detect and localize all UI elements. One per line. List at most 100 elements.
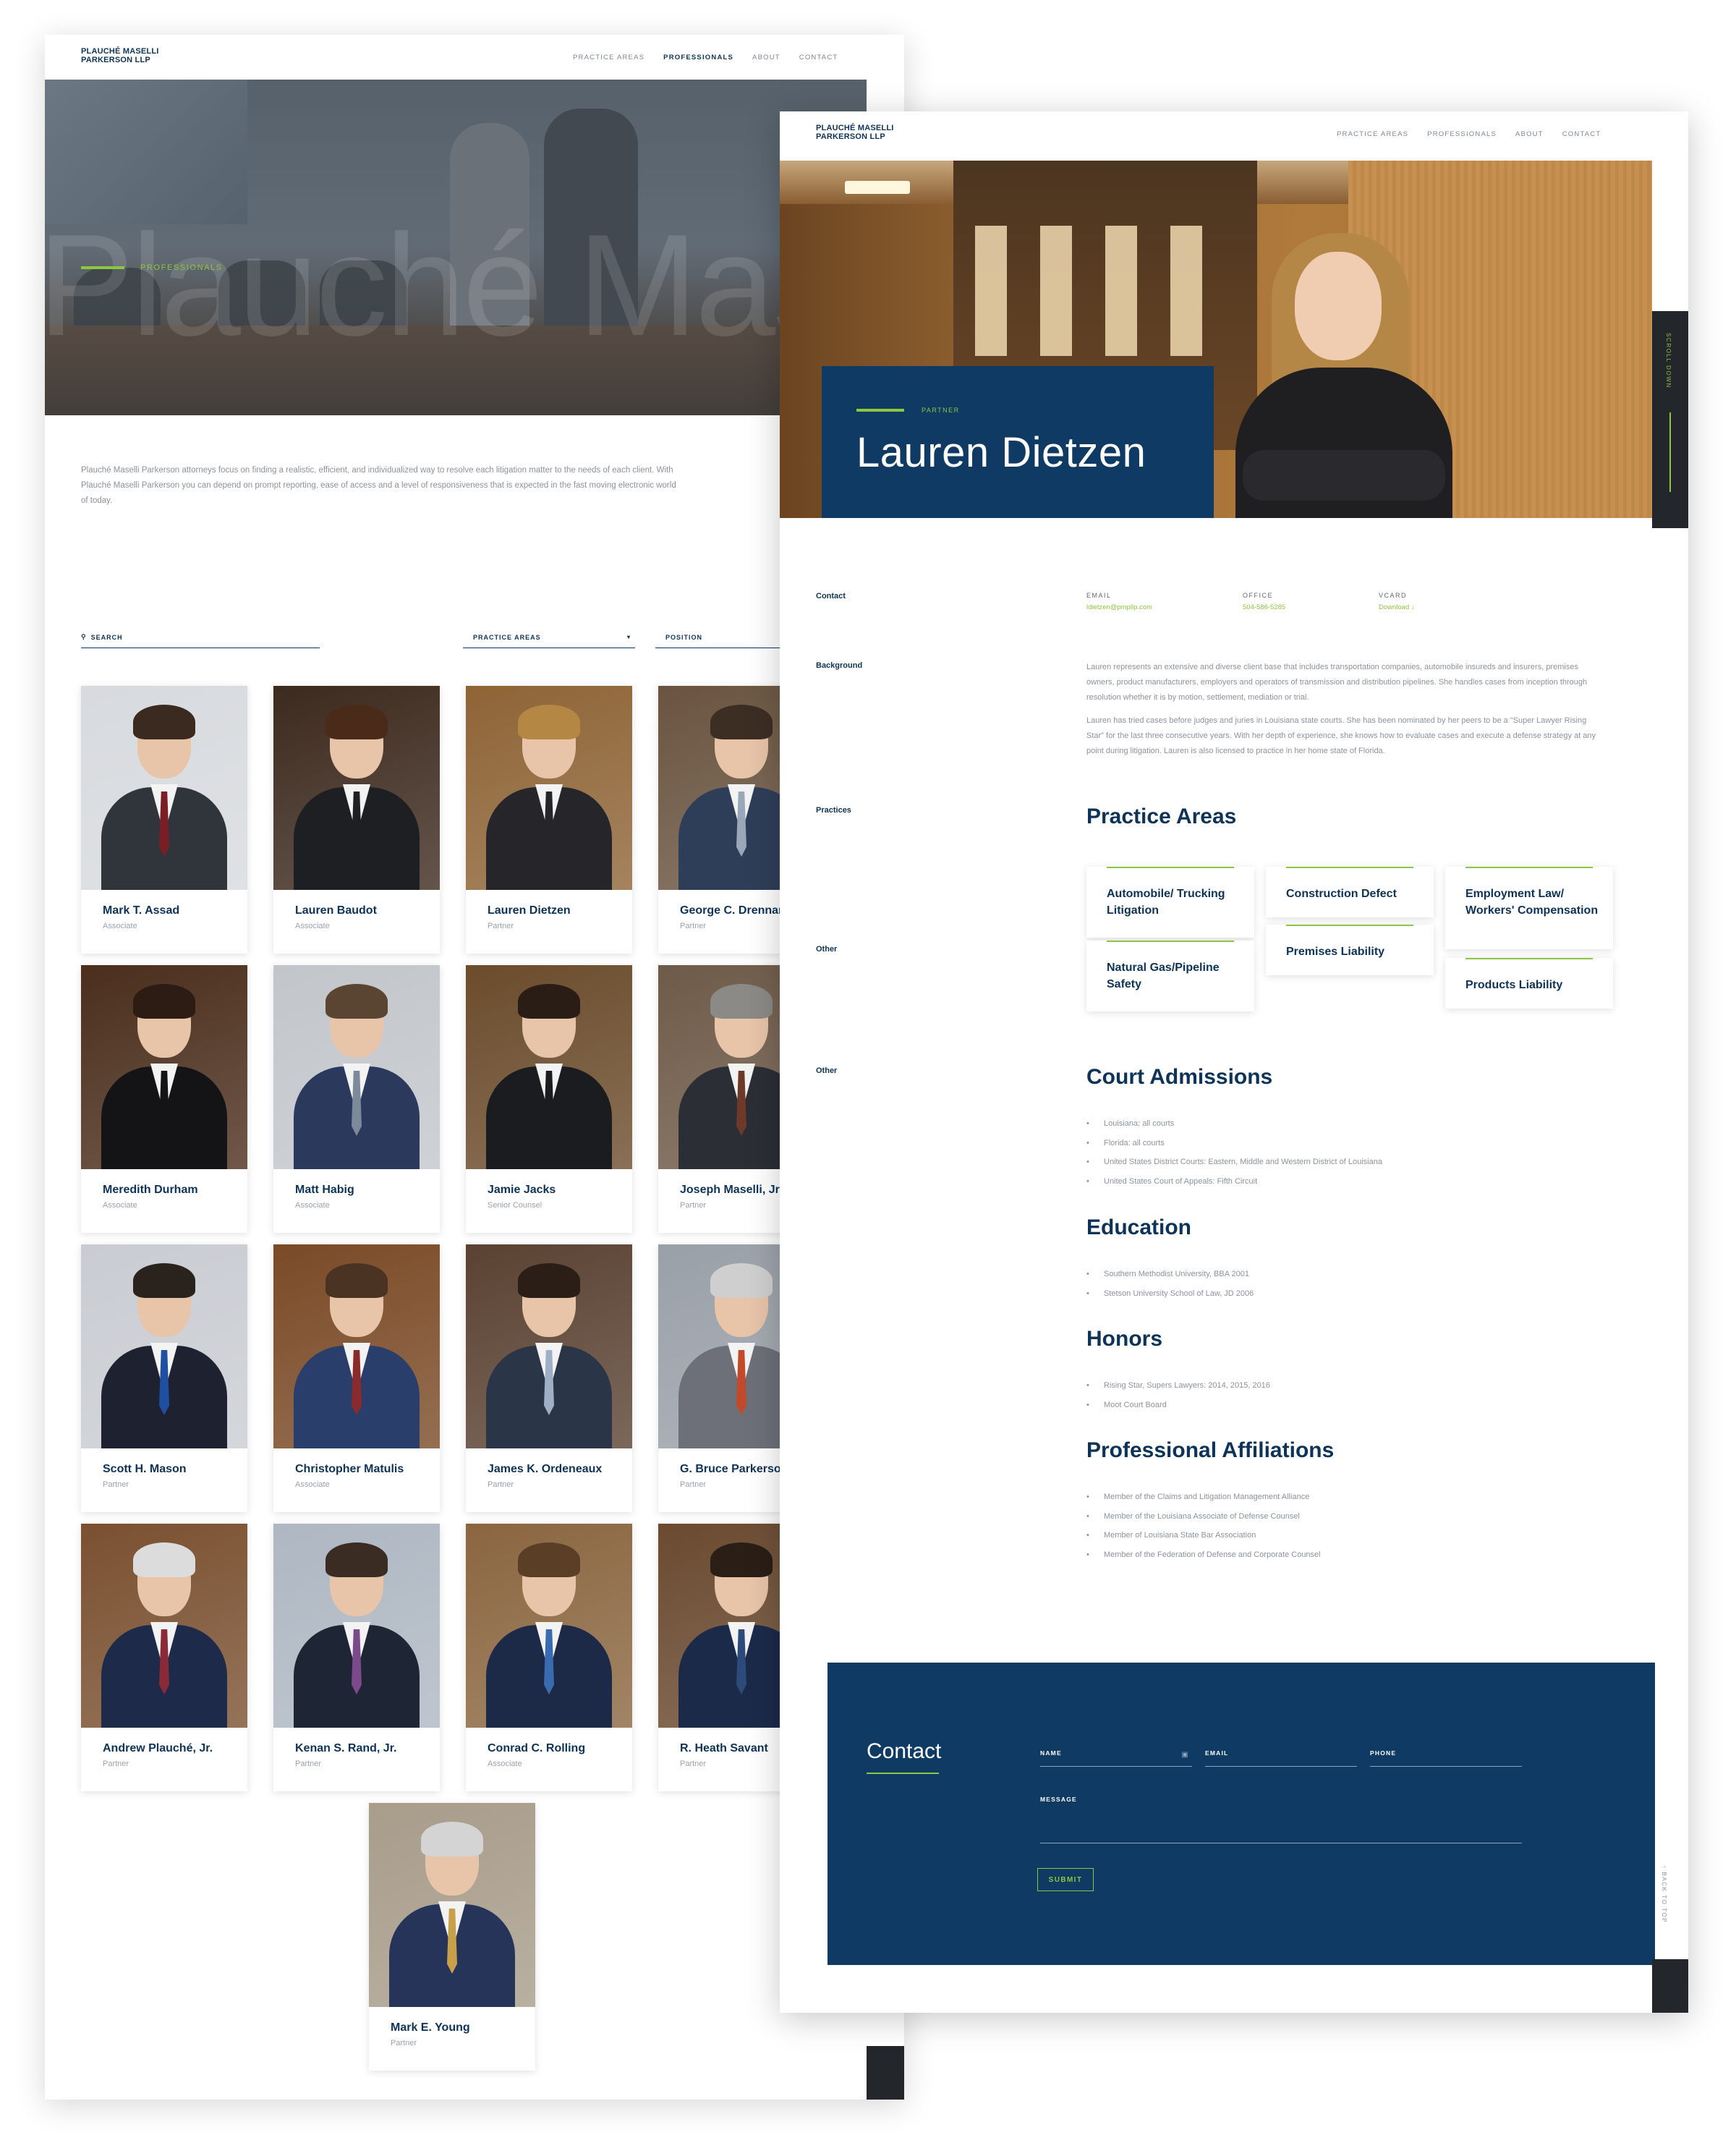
firm-logo[interactable]: PLAUCHÉ MASELLI PARKERSON LLP	[816, 124, 894, 141]
email-field[interactable]: EMAIL	[1205, 1749, 1357, 1767]
practice-area-card[interactable]: Construction Defect	[1266, 867, 1434, 917]
education-list: Southern Methodist University, BBA 2001 …	[1086, 1265, 1254, 1303]
professional-name: Kenan S. Rand, Jr.	[295, 1742, 397, 1754]
contact-title-rule	[867, 1773, 939, 1774]
professional-card[interactable]: Mark T. Assad Associate	[81, 686, 247, 954]
list-item: Member of Louisiana State Bar Associatio…	[1086, 1526, 1321, 1545]
professional-photo	[273, 1524, 440, 1728]
professional-card[interactable]: Christopher Matulis Associate	[273, 1244, 440, 1512]
logo-line-2: PARKERSON LLP	[816, 132, 885, 141]
professional-card[interactable]: Matt Habig Associate	[273, 965, 440, 1233]
card-accent	[1465, 867, 1593, 868]
professional-card[interactable]: Mark E. Young Partner	[369, 1803, 535, 2071]
vcard-download-link[interactable]: Download ↓	[1379, 603, 1415, 611]
professional-photo	[273, 965, 440, 1169]
profile-name-box: PARTNER Lauren Dietzen	[822, 366, 1214, 518]
professional-card[interactable]: Lauren Baudot Associate	[273, 686, 440, 954]
professional-card[interactable]: Jamie Jacks Senior Counsel	[466, 965, 632, 1233]
photo-hair	[710, 705, 773, 739]
section-label-practices: Practices	[816, 806, 851, 815]
professional-photo	[81, 686, 247, 890]
professional-card[interactable]: James K. Ordeneaux Partner	[466, 1244, 632, 1512]
email-field-label: EMAIL	[1205, 1749, 1229, 1757]
photo-hair	[518, 1542, 580, 1577]
logo-line-1: PLAUCHÉ MASELLI	[81, 47, 159, 56]
background-paragraph: Lauren represents an extensive and diver…	[1086, 663, 1588, 702]
card-accent	[1286, 867, 1413, 868]
nav-practice-areas[interactable]: PRACTICE AREAS	[573, 54, 644, 61]
photo-hair	[133, 1263, 195, 1298]
practice-area-card[interactable]: Natural Gas/Pipeline Safety	[1086, 941, 1254, 1011]
list-item: Southern Methodist University, BBA 2001	[1086, 1265, 1254, 1284]
card-accent	[1107, 941, 1234, 942]
professional-name: Lauren Dietzen	[488, 904, 571, 917]
professional-role: Partner	[680, 1201, 707, 1210]
portrait-arms	[1243, 450, 1445, 501]
practice-area-label: Construction Defect	[1286, 888, 1397, 900]
door-glass	[1105, 226, 1137, 356]
profile-bottom-strip	[1652, 1959, 1688, 2013]
professional-role: Associate	[488, 1760, 522, 1768]
photo-hair	[133, 1542, 195, 1577]
list-item: Member of the Claims and Litigation Mana…	[1086, 1487, 1321, 1507]
chevron-down-icon: ▾	[626, 634, 631, 640]
nav-contact[interactable]: CONTACT	[799, 54, 838, 61]
practice-area-card[interactable]: Automobile/ Trucking Litigation	[1086, 867, 1254, 938]
nav-professionals[interactable]: PROFESSIONALS	[663, 54, 733, 61]
professional-role: Partner	[488, 1480, 514, 1489]
nav-about[interactable]: ABOUT	[1515, 130, 1544, 138]
submit-button[interactable]: SUBMIT	[1037, 1868, 1094, 1891]
professional-name: Christopher Matulis	[295, 1463, 404, 1475]
contact-form-title: Contact	[867, 1739, 942, 1763]
list-item: Rising Star, Supers Lawyers: 2014, 2015,…	[1086, 1376, 1270, 1396]
name-field[interactable]: NAME ▣	[1040, 1749, 1192, 1767]
professional-card[interactable]: Kenan S. Rand, Jr. Partner	[273, 1524, 440, 1791]
message-field[interactable]: MESSAGE	[1040, 1796, 1522, 1843]
practice-area-card[interactable]: Products Liability	[1445, 958, 1613, 1009]
phone-field[interactable]: PHONE	[1370, 1749, 1522, 1767]
practice-area-card[interactable]: Premises Liability	[1266, 925, 1434, 975]
professional-photo	[466, 965, 632, 1169]
back-to-top-label: BACK TO TOP	[1661, 1872, 1667, 1924]
professional-card[interactable]: Lauren Dietzen Partner	[466, 686, 632, 954]
practice-areas-label: PRACTICE AREAS	[473, 633, 541, 641]
list-item: Stetson University School of Law, JD 200…	[1086, 1284, 1254, 1304]
list-item: Member of the Louisiana Associate of Def…	[1086, 1507, 1321, 1527]
practice-area-label: Premises Liability	[1286, 946, 1385, 958]
professional-card[interactable]: Meredith Durham Associate	[81, 965, 247, 1233]
nav-professionals[interactable]: PROFESSIONALS	[1427, 130, 1497, 138]
firm-logo[interactable]: PLAUCHÉ MASELLI PARKERSON LLP	[81, 47, 159, 64]
vcard-label: VCARD	[1379, 592, 1408, 599]
search-input[interactable]: ⚲ SEARCH	[81, 627, 320, 648]
photo-hair	[710, 1263, 773, 1298]
back-to-top-link[interactable]: ↑ BACK TO TOP	[1661, 1865, 1667, 1923]
scroll-down-indicator[interactable]: SCROLL DOWN	[1652, 311, 1688, 528]
ceiling-light	[845, 181, 910, 194]
door-glass	[975, 226, 1007, 356]
office-label: OFFICE	[1243, 592, 1273, 599]
professional-card[interactable]: Scott H. Mason Partner	[81, 1244, 247, 1512]
professional-name: Scott H. Mason	[103, 1463, 187, 1475]
email-link[interactable]: ldietzen@pmpllp.com	[1086, 603, 1152, 611]
hero-eyebrow: PROFESSIONALS	[81, 263, 223, 272]
nav-practice-areas[interactable]: PRACTICE AREAS	[1337, 130, 1408, 138]
office-phone-link[interactable]: 504-586-5285	[1243, 603, 1285, 611]
card-accent	[1465, 958, 1593, 959]
eyebrow-rule	[81, 266, 124, 269]
nav-about[interactable]: ABOUT	[752, 54, 780, 61]
nav-contact[interactable]: CONTACT	[1562, 130, 1601, 138]
list-item: Florida: all courts	[1086, 1134, 1382, 1153]
professional-card[interactable]: Andrew Plauché, Jr. Partner	[81, 1524, 247, 1791]
professional-role: Partner	[391, 2039, 417, 2047]
professional-name: Matt Habig	[295, 1184, 354, 1196]
hero-watermark: Plauché Maselli	[45, 205, 867, 366]
practice-area-label: Employment Law/ Workers' Compensation	[1465, 888, 1599, 917]
professional-card[interactable]: Conrad C. Rolling Associate	[466, 1524, 632, 1791]
practice-area-card[interactable]: Employment Law/ Workers' Compensation	[1445, 867, 1613, 949]
photo-hair	[326, 1542, 388, 1577]
back-page-strip	[867, 2046, 904, 2100]
practice-areas-select[interactable]: PRACTICE AREAS ▾	[463, 627, 635, 648]
photo-hair	[133, 705, 195, 739]
professional-photo	[273, 1244, 440, 1448]
background-paragraph: Lauren has tried cases before judges and…	[1086, 716, 1596, 755]
